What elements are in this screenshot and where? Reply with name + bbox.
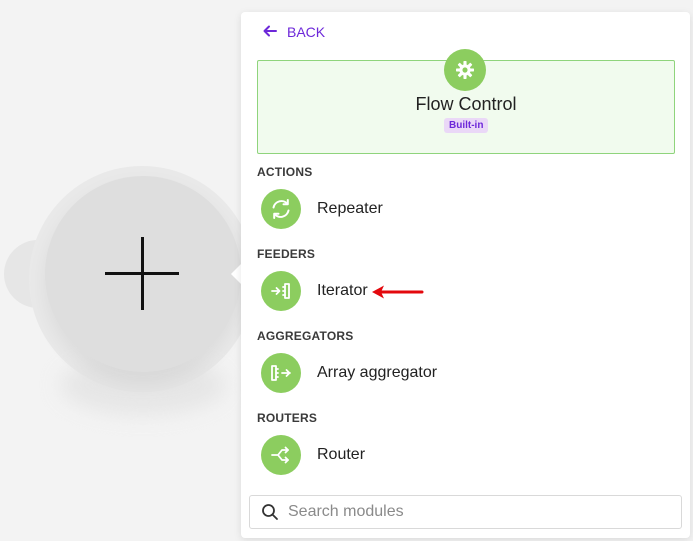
arrow-left-icon [263, 25, 277, 40]
search-input[interactable] [286, 497, 670, 527]
section-title-aggregators: AGGREGATORS [257, 329, 354, 343]
module-iterator[interactable]: Iterator [261, 271, 661, 311]
gear-icon [444, 49, 486, 91]
annotation-arrow-icon [372, 285, 424, 299]
back-button[interactable]: BACK [263, 22, 325, 42]
module-label: Array aggregator [317, 364, 438, 381]
section-title-routers: ROUTERS [257, 411, 318, 425]
repeat-icon [261, 189, 301, 229]
module-label: Repeater [317, 200, 383, 217]
back-label: BACK [287, 24, 326, 40]
aggregator-icon [261, 353, 301, 393]
plus-icon-vertical [141, 237, 144, 310]
search-icon [261, 503, 279, 526]
built-in-badge: Built-in [444, 118, 489, 133]
iterator-icon [261, 271, 301, 311]
module-array-aggregator[interactable]: Array aggregator [261, 353, 661, 393]
module-picker-panel: BACK Flow Control Built-in ACTIONS Repea… [241, 12, 690, 538]
app-header-card: Flow Control Built-in [257, 49, 675, 154]
section-title-feeders: FEEDERS [257, 247, 316, 261]
module-label: Iterator [317, 282, 368, 299]
module-repeater[interactable]: Repeater [261, 189, 661, 229]
app-title: Flow Control [415, 94, 517, 114]
router-icon [261, 435, 301, 475]
add-module-button[interactable] [45, 176, 241, 372]
module-router[interactable]: Router [261, 435, 661, 475]
search-box [249, 495, 682, 529]
module-label: Router [317, 446, 366, 463]
section-title-actions: ACTIONS [257, 165, 313, 179]
